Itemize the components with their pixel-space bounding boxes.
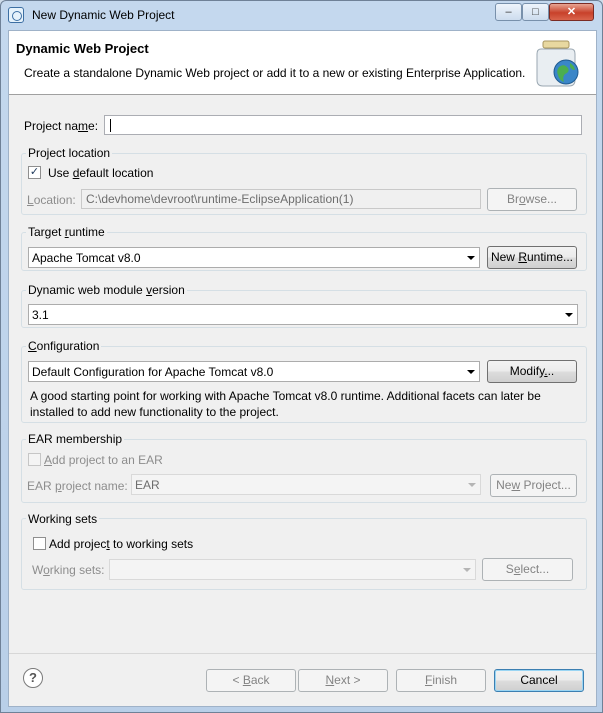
wizard-header: Dynamic Web Project Create a standalone … — [9, 31, 596, 95]
page-title: Dynamic Web Project — [16, 41, 149, 56]
dropdown-arrow-icon — [463, 568, 471, 572]
dropdown-arrow-icon — [565, 313, 573, 317]
add-to-ear-checkbox[interactable] — [28, 453, 41, 466]
new-runtime-button[interactable]: New Runtime... — [487, 246, 577, 269]
working-sets-label: Working sets: — [32, 563, 105, 577]
configuration-group-label: Configuration — [26, 339, 102, 353]
dialog-window: New Dynamic Web Project – □ ✕ Dynamic We… — [0, 0, 603, 713]
project-location-group-label: Project location — [26, 146, 113, 160]
close-button[interactable]: ✕ — [549, 3, 594, 21]
maximize-button[interactable]: □ — [522, 3, 549, 21]
footer-separator — [9, 653, 596, 654]
ear-membership-group-label: EAR membership — [26, 432, 125, 446]
use-default-location-label: Use default location — [48, 166, 154, 180]
ear-project-name-select[interactable]: EAR — [131, 474, 481, 495]
ear-project-name-label: EAR project name: — [27, 479, 128, 493]
web-project-jar-globe-icon — [536, 40, 579, 87]
help-icon[interactable]: ? — [23, 668, 43, 688]
working-sets-select[interactable] — [109, 559, 476, 580]
new-ear-project-button[interactable]: New Project... — [490, 474, 577, 497]
target-runtime-group-label: Target runtime — [26, 225, 107, 239]
project-name-label: Project name: — [24, 119, 99, 133]
project-name-input[interactable] — [104, 115, 582, 135]
location-label: Location: — [27, 193, 76, 207]
finish-button[interactable]: Finish — [396, 669, 486, 692]
window-title: New Dynamic Web Project — [32, 8, 175, 22]
dropdown-arrow-icon — [467, 370, 475, 374]
module-version-select[interactable]: 3.1 — [28, 304, 578, 325]
dropdown-arrow-icon — [467, 256, 475, 260]
back-button[interactable]: < Back — [206, 669, 296, 692]
cancel-button[interactable]: Cancel — [494, 669, 584, 692]
add-to-working-sets-checkbox[interactable] — [33, 537, 46, 550]
modify-button[interactable]: Modify... — [487, 360, 577, 383]
minimize-button[interactable]: – — [495, 3, 522, 21]
browse-button[interactable]: Browse... — [487, 188, 577, 211]
add-to-working-sets-label: Add project to working sets — [49, 537, 194, 551]
configuration-description-line-1: A good starting point for working with A… — [30, 389, 541, 403]
use-default-location-checkbox[interactable]: ✓ — [28, 166, 41, 179]
dropdown-arrow-icon — [468, 483, 476, 487]
module-version-group-label: Dynamic web module version — [26, 283, 187, 297]
add-to-ear-label: Add project to an EAR — [44, 453, 163, 467]
dialog-client-area: Dynamic Web Project Create a standalone … — [8, 30, 597, 707]
working-sets-group-label: Working sets — [26, 512, 100, 526]
page-description: Create a standalone Dynamic Web project … — [24, 66, 526, 80]
configuration-description-line-2: installed to add new functionality to th… — [30, 405, 279, 419]
target-runtime-select[interactable]: Apache Tomcat v8.0 — [28, 247, 480, 268]
next-button[interactable]: Next > — [298, 669, 388, 692]
eclipse-app-icon — [8, 7, 24, 23]
title-bar[interactable]: New Dynamic Web Project – □ ✕ — [1, 1, 602, 29]
text-caret — [110, 119, 111, 132]
select-working-sets-button[interactable]: Select... — [482, 558, 573, 581]
location-input[interactable]: C:\devhome\devroot\runtime-EclipseApplic… — [81, 189, 481, 209]
configuration-select[interactable]: Default Configuration for Apache Tomcat … — [28, 361, 480, 382]
